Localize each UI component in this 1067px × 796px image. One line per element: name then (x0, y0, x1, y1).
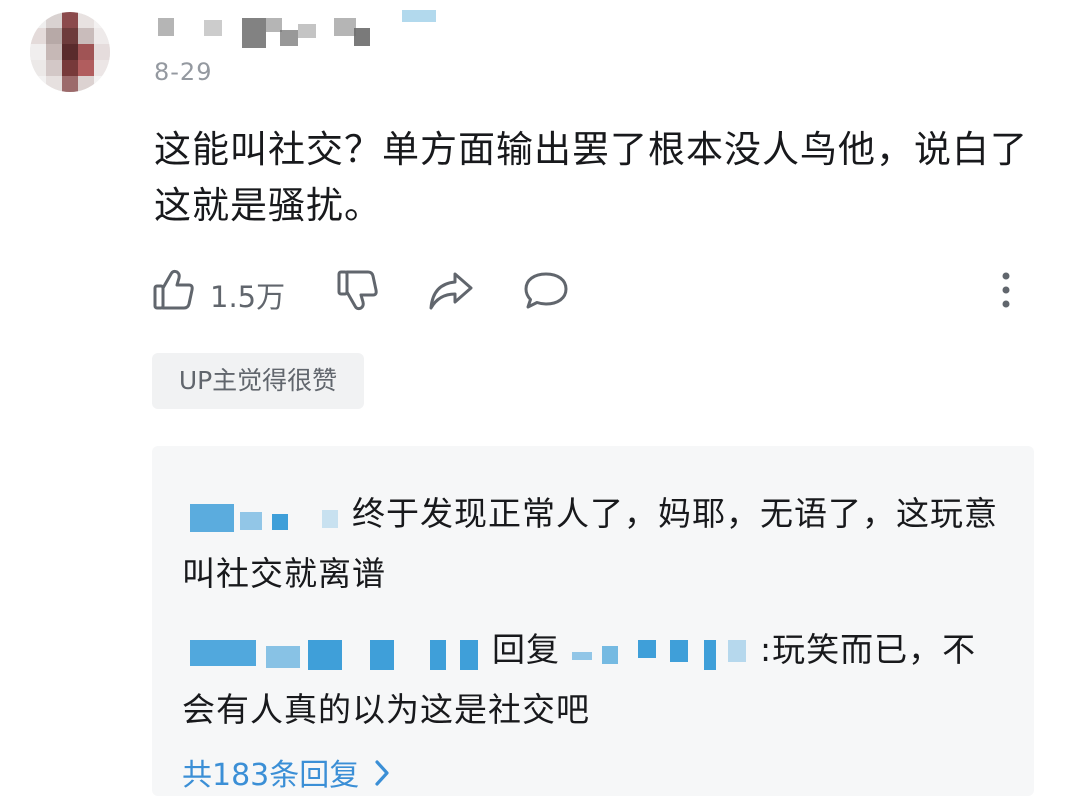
view-all-replies-link[interactable]: 共183条回复 (182, 750, 391, 795)
thumbs-up-icon[interactable] (152, 268, 196, 316)
chevron-right-icon (373, 759, 391, 795)
more-vertical-icon[interactable] (992, 270, 1020, 314)
reply-username-redacted[interactable] (182, 632, 492, 672)
thumbs-down-icon[interactable] (336, 268, 380, 316)
avatar[interactable] (30, 12, 110, 92)
replied-username-redacted[interactable] (560, 632, 760, 672)
up-liked-badge: UP主觉得很赞 (152, 353, 364, 409)
share-icon[interactable] (427, 270, 475, 316)
comment-date: 8-29 (154, 58, 213, 86)
speech-bubble-icon[interactable] (522, 270, 570, 316)
username-redacted[interactable] (158, 10, 448, 50)
view-all-replies-label: 共183条回复 (182, 758, 360, 793)
reply-username-redacted[interactable] (182, 496, 352, 536)
comment-text: 这能叫社交？单方面输出罢了根本没人鸟他，说白了这就是骚扰。 (154, 128, 1028, 227)
like-count: 1.5万 (210, 280, 286, 314)
reply-item[interactable]: 回复 :玩笑而已，不会有人真的以为这是社交吧 (182, 620, 1002, 740)
reply-word: 回复 (492, 630, 560, 669)
replies-panel: 终于发现正常人了，妈耶，无语了，这玩意叫社交就离谱 回复 :玩笑而已，不会有人真… (152, 446, 1034, 796)
reply-item[interactable]: 终于发现正常人了，妈耶，无语了，这玩意叫社交就离谱 (182, 484, 1002, 604)
